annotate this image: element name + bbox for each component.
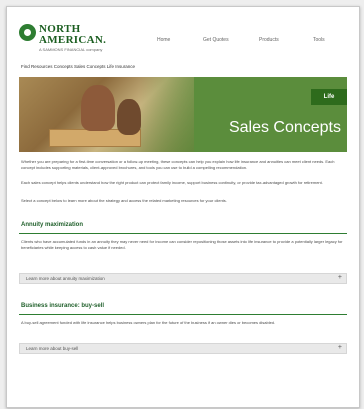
section-title-annuity-maximization: Annuity maximization [21, 222, 84, 228]
section-body-buy-sell: A buy-sell agreement funded with life in… [21, 320, 276, 325]
banner-title: Sales Concepts [228, 119, 341, 136]
hero-banner: Life Sales Concepts [19, 77, 347, 152]
accordion-label: Learn more about annuity maximization [26, 276, 105, 281]
accordion-label: Learn more about buy-sell [26, 346, 79, 351]
child-figure-graphic [117, 99, 141, 135]
expand-icon[interactable]: + [338, 274, 342, 281]
nav-item-home[interactable]: Home [157, 37, 170, 43]
nav-item-products[interactable]: Products [259, 37, 279, 43]
section-divider [19, 233, 347, 234]
logo[interactable]: NORTH AMERICAN. A SAMMONS FINANCIAL comp… [19, 21, 129, 55]
adult-figure-graphic [81, 85, 115, 131]
category-tag: Life [311, 89, 347, 105]
photo-fade [139, 77, 229, 152]
logo-mark-icon [19, 24, 36, 41]
accordion-annuity-maximization[interactable]: Learn more about annuity maximization + [19, 273, 347, 284]
nav-item-get-quotes[interactable]: Get Quotes [203, 37, 229, 43]
breadcrumb[interactable]: Find Resources Concepts Sales Concepts L… [21, 64, 135, 69]
logo-tagline: A SAMMONS FINANCIAL company [39, 47, 103, 52]
section-title-buy-sell: Business insurance: buy-sell [21, 303, 105, 309]
logo-line-2: AMERICAN. [39, 34, 107, 46]
intro-paragraph-3: Select a concept below to learn more abo… [21, 198, 227, 203]
section-divider [19, 314, 347, 315]
page-card: NORTH AMERICAN. A SAMMONS FINANCIAL comp… [6, 6, 360, 408]
nav-item-tools[interactable]: Tools [313, 37, 325, 43]
accordion-buy-sell[interactable]: Learn more about buy-sell + [19, 343, 347, 354]
expand-icon[interactable]: + [338, 344, 342, 351]
section-body-annuity-maximization: Clients who have accumulated funds in an… [21, 239, 343, 250]
site-header: NORTH AMERICAN. A SAMMONS FINANCIAL comp… [7, 7, 359, 67]
intro-paragraph-1: Whether you are preparing for a first-ti… [21, 159, 335, 170]
intro-paragraph-2: Each sales concept helps clients underst… [21, 180, 323, 185]
